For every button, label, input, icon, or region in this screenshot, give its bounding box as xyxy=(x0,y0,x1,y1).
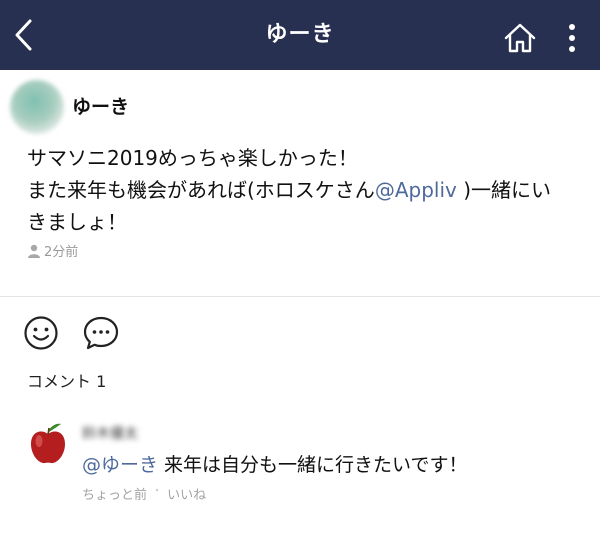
top-bar: ゆーき xyxy=(0,0,600,70)
post-line-2-rest: )一緒にい xyxy=(456,178,552,202)
apple-icon xyxy=(31,423,65,464)
person-icon xyxy=(28,244,40,258)
comment-mention-link[interactable]: @ゆーき xyxy=(82,454,158,476)
smiley-icon xyxy=(24,316,58,350)
comment-text: @ゆーき 来年は自分も一緒に行きたいです！ xyxy=(82,450,468,477)
commenter-name[interactable]: 鈴木優太 xyxy=(82,423,138,443)
like-button[interactable] xyxy=(22,314,60,352)
post-mention-link[interactable]: @Appliv xyxy=(375,178,457,202)
post-author-name[interactable]: ゆーき xyxy=(72,92,129,119)
comment-body: 来年は自分も一緒に行きたいです！ xyxy=(158,454,468,476)
post-line-3: きましょ！ xyxy=(27,210,127,234)
comment-bubble-icon xyxy=(83,316,119,350)
post-author-avatar[interactable] xyxy=(10,80,64,134)
home-icon xyxy=(504,23,536,53)
comment-like-link[interactable]: いいね xyxy=(167,484,206,503)
divider xyxy=(0,296,600,297)
comment-time: ちょっと前 xyxy=(82,488,148,503)
commenter-avatar[interactable] xyxy=(28,421,68,465)
post-line-1: サマソニ2019めっちゃ楽しかった！ xyxy=(27,146,358,170)
post-body: サマソニ2019めっちゃ楽しかった！ また来年も機会があれば(ホロスケさん@Ap… xyxy=(27,142,572,238)
home-button[interactable] xyxy=(502,20,538,56)
comment-button[interactable] xyxy=(82,314,120,352)
post-line-2-text: また来年も機会があれば(ホロスケさん xyxy=(27,178,375,202)
comment-count: コメント 1 xyxy=(27,372,107,391)
post-meta: 2分前 xyxy=(27,241,78,260)
more-vertical-icon xyxy=(569,24,575,52)
meta-separator: · xyxy=(155,484,160,499)
post-line-2: また来年も機会があれば(ホロスケさん@Appliv )一緒にい xyxy=(27,174,572,206)
comment-meta: ちょっと前 · いいね xyxy=(82,484,206,503)
post-time: 2分前 xyxy=(44,245,79,260)
more-button[interactable] xyxy=(556,20,588,56)
